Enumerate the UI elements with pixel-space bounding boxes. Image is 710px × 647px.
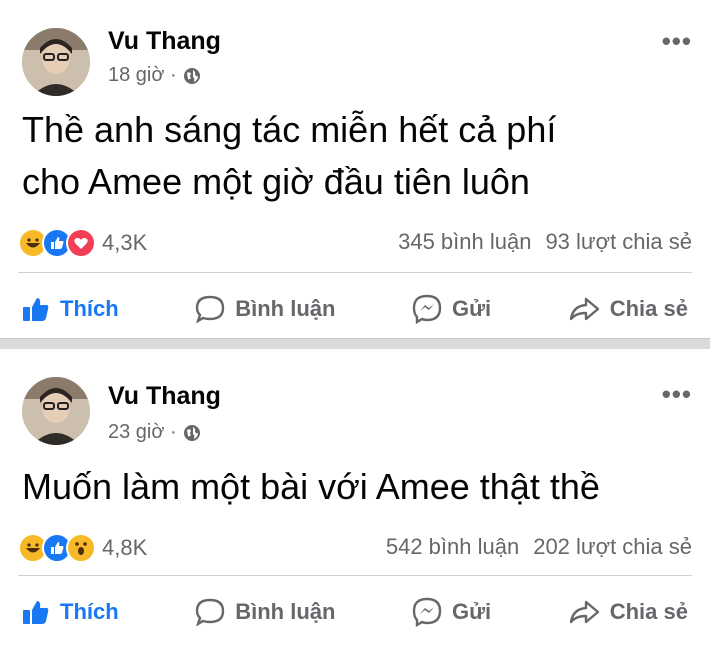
thumbs-up-icon (23, 601, 49, 624)
avatar[interactable] (22, 28, 90, 96)
reactions-summary[interactable]: 4,8K (18, 533, 147, 563)
post-stats: 345 bình luận 93 lượt chia sẻ (398, 229, 692, 255)
comment-button[interactable]: Bình luận (195, 597, 335, 627)
send-label: Gửi (452, 599, 492, 624)
divider (18, 272, 692, 273)
action-bar: Thích Bình luận Gửi Chia sẻ (0, 294, 710, 324)
comment-count[interactable]: 345 bình luận (398, 229, 531, 255)
post-author[interactable]: Vu Thang (108, 382, 221, 411)
reaction-count[interactable]: 4,8K (102, 535, 147, 561)
share-icon (569, 600, 599, 624)
thumbs-up-icon (23, 298, 49, 321)
comment-count[interactable]: 542 bình luận (386, 534, 519, 560)
messenger-icon (412, 294, 442, 324)
avatar[interactable] (22, 377, 90, 445)
like-label: Thích (60, 599, 119, 624)
feed-divider (0, 338, 710, 349)
comment-icon (196, 295, 225, 323)
wow-icon (66, 533, 96, 563)
send-button[interactable]: Gửi (412, 294, 491, 324)
post-author[interactable]: Vu Thang (108, 27, 221, 56)
share-label: Chia sẻ (609, 296, 688, 321)
comment-icon (196, 598, 225, 626)
like-label: Thích (60, 296, 119, 321)
comment-label: Bình luận (235, 599, 336, 624)
post-text: Thề anh sáng tác miễn hết cả phí cho Ame… (22, 109, 557, 202)
post-text: Muốn làm một bài với Amee thật thề (22, 466, 600, 507)
share-icon (569, 297, 599, 321)
comment-label: Bình luận (235, 296, 336, 321)
post-timestamp[interactable]: 23 giờ · (108, 421, 201, 444)
messenger-icon (412, 597, 442, 627)
comment-button[interactable]: Bình luận (195, 294, 335, 324)
share-button[interactable]: Chia sẻ (568, 597, 688, 627)
post-1: Vu Thang 18 giờ · ••• Thề anh sáng tác m… (0, 0, 710, 338)
post-stats: 542 bình luận 202 lượt chia sẻ (386, 534, 692, 560)
share-count[interactable]: 93 lượt chia sẻ (545, 229, 692, 255)
like-button[interactable]: Thích (22, 597, 119, 627)
more-options-icon[interactable]: ••• (662, 26, 692, 57)
globe-icon (183, 67, 200, 84)
post-timestamp[interactable]: 18 giờ · (108, 64, 201, 87)
share-button[interactable]: Chia sẻ (568, 294, 688, 324)
share-count[interactable]: 202 lượt chia sẻ (533, 534, 692, 560)
share-label: Chia sẻ (609, 599, 688, 624)
post-2: Vu Thang 23 giờ · ••• Muốn làm một bài v… (0, 349, 710, 647)
post-time[interactable]: 18 giờ · (108, 64, 177, 87)
globe-icon (183, 424, 200, 441)
send-button[interactable]: Gửi (412, 597, 491, 627)
post-time[interactable]: 23 giờ · (108, 421, 177, 444)
send-label: Gửi (452, 296, 492, 321)
reactions-summary[interactable]: 4,3K (18, 228, 147, 258)
more-options-icon[interactable]: ••• (662, 379, 692, 410)
divider (18, 575, 692, 576)
love-icon (66, 228, 96, 258)
action-bar: Thích Bình luận Gửi Chia sẻ (0, 597, 710, 627)
like-button[interactable]: Thích (22, 294, 119, 324)
reaction-count[interactable]: 4,3K (102, 230, 147, 256)
